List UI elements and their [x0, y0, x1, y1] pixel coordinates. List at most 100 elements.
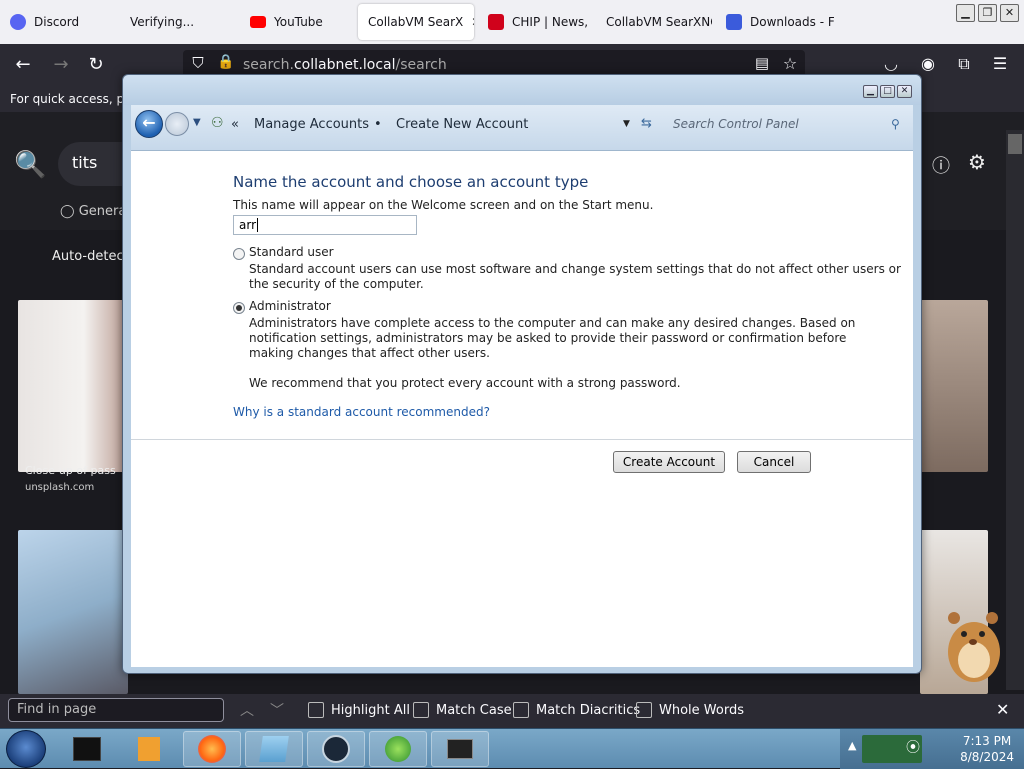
taskbar-firefox[interactable]: [183, 731, 241, 767]
tab-chip[interactable]: CHIP | News,: [478, 4, 594, 40]
standard-user-radio[interactable]: [233, 248, 245, 260]
administrator-label[interactable]: Administrator: [249, 299, 331, 314]
control-panel-icon: [259, 736, 289, 762]
category-general-label: Genera: [78, 204, 127, 219]
administrator-description: making changes that affect other users.: [249, 346, 490, 360]
close-find-icon[interactable]: ✕: [996, 700, 1009, 719]
thumbnail-caption: Close-up of pass: [25, 464, 116, 477]
hamster-icon: [948, 612, 1000, 682]
administrator-radio[interactable]: [233, 302, 245, 314]
show-hidden-icons-icon[interactable]: ▲: [848, 739, 856, 752]
search-query: tits: [72, 153, 98, 172]
address-dropdown-icon[interactable]: ▼: [623, 119, 630, 129]
breadcrumb-overflow-icon[interactable]: «: [231, 117, 239, 132]
url-domain: collabnet.local: [293, 57, 396, 73]
search-icon[interactable]: ⚲: [891, 117, 900, 131]
password-recommendation: We recommend that you protect every acco…: [249, 376, 681, 390]
why-standard-link[interactable]: Why is a standard account recommended?: [233, 405, 490, 419]
find-next-icon[interactable]: ﹀: [270, 700, 284, 720]
page-title: Name the account and choose an account t…: [233, 173, 589, 191]
network-icon[interactable]: ⦿: [906, 737, 920, 757]
breadcrumb-create-new-account[interactable]: Create New Account: [396, 117, 528, 132]
taskbar-media-player[interactable]: [120, 731, 178, 767]
reload-icon[interactable]: ↻: [85, 54, 107, 75]
tab-label: Verifying...: [130, 15, 195, 29]
tab-discord[interactable]: Discord: [0, 4, 118, 40]
checkbox-label: Match Diacritics: [536, 702, 641, 718]
tab-verifying[interactable]: Verifying...: [120, 4, 238, 40]
forward-button[interactable]: [165, 112, 189, 136]
result-thumbnail[interactable]: [18, 530, 128, 694]
lock-icon[interactable]: 🔒: [215, 54, 237, 70]
back-arrow-icon[interactable]: ←: [12, 54, 34, 75]
result-thumbnail[interactable]: [18, 300, 128, 472]
category-general[interactable]: ◯ Genera: [60, 204, 126, 219]
scrollbar-thumb[interactable]: [1008, 134, 1022, 154]
taskbar-steam[interactable]: [307, 731, 365, 767]
clock-date: 8/8/2024: [960, 750, 1014, 764]
menu-icon[interactable]: ☰: [989, 54, 1011, 73]
standard-user-label[interactable]: Standard user: [249, 245, 334, 260]
window-title-bar[interactable]: ▁ □ ✕: [123, 75, 921, 105]
dialog-close-button[interactable]: ✕: [897, 85, 912, 98]
checkbox-label: Match Case: [436, 702, 512, 718]
tab-label: YouTube: [274, 15, 323, 29]
find-input[interactable]: Find in page: [8, 698, 224, 722]
bookmark-star-icon[interactable]: ☆: [779, 54, 801, 73]
checkbox-box[interactable]: [636, 702, 652, 718]
dialog-maximize-button[interactable]: □: [880, 85, 895, 98]
close-window-button[interactable]: ✕: [1000, 4, 1019, 22]
url-prefix: search.: [243, 57, 294, 73]
whole-words-checkbox[interactable]: Whole Words: [636, 702, 744, 718]
clock[interactable]: 7:13 PM 8/8/2024: [960, 733, 1014, 765]
reader-view-icon[interactable]: ▤: [751, 54, 773, 72]
name-hint: This name will appear on the Welcome scr…: [233, 198, 654, 212]
history-dropdown-icon[interactable]: ▼: [193, 117, 201, 128]
checkbox-box[interactable]: [513, 702, 529, 718]
puzzle-icon: [726, 14, 742, 30]
system-tray: ▲ ⦿ 7:13 PM 8/8/2024: [840, 729, 1024, 769]
checkbox-box[interactable]: [413, 702, 429, 718]
minimize-button[interactable]: ▁: [956, 4, 975, 22]
taskbar-terminal[interactable]: [58, 731, 116, 767]
shield-icon[interactable]: ⛉: [187, 54, 209, 72]
settings-gear-icon[interactable]: ⚙: [968, 150, 986, 174]
match-diacritics-checkbox[interactable]: Match Diacritics: [513, 702, 640, 718]
breadcrumb-manage-accounts[interactable]: Manage Accounts: [254, 117, 369, 132]
refresh-icon[interactable]: ⇆: [641, 116, 652, 131]
match-case-checkbox[interactable]: Match Case: [413, 702, 512, 718]
close-tab-icon[interactable]: ✕: [471, 15, 474, 29]
find-bar: Find in page ︿ ﹀ Highlight All Match Cas…: [0, 694, 1024, 728]
result-thumbnail[interactable]: [920, 300, 988, 472]
dialog-minimize-button[interactable]: ▁: [863, 85, 878, 98]
taskbar-window[interactable]: [431, 731, 489, 767]
tab-youtube[interactable]: YouTube: [240, 4, 356, 40]
restore-button[interactable]: ❐: [978, 4, 997, 22]
address-toolbar: ← ▼ ⚇ « Manage Accounts • Create New Acc…: [131, 105, 913, 151]
page-scrollbar[interactable]: [1006, 130, 1024, 690]
taskbar-control-panel[interactable]: [245, 731, 303, 767]
account-icon[interactable]: ◉: [917, 54, 939, 73]
cancel-button[interactable]: Cancel: [737, 451, 811, 473]
tab-downloads[interactable]: Downloads - F: [716, 4, 834, 40]
terminal-icon: [73, 737, 101, 761]
extensions-icon[interactable]: ⧉: [953, 54, 975, 74]
find-previous-icon[interactable]: ︿: [240, 700, 254, 720]
tab-label: CollabVM SearXNG: [606, 15, 712, 29]
create-account-button[interactable]: Create Account: [613, 451, 725, 473]
pocket-icon[interactable]: ◡: [880, 54, 902, 73]
info-icon[interactable]: ⓘ: [932, 152, 950, 178]
control-panel-search[interactable]: Search Control Panel: [665, 113, 907, 137]
account-name-input[interactable]: arr: [233, 215, 417, 235]
taskbar-download-manager[interactable]: [369, 731, 427, 767]
autodetect-language[interactable]: Auto-detect: [52, 249, 129, 264]
tab-collabvm-searxng[interactable]: CollabVM SearXNG: [596, 4, 712, 40]
tab-collabvm-searx[interactable]: CollabVM SearX ✕: [358, 4, 474, 40]
checkbox-box[interactable]: [308, 702, 324, 718]
search-icon[interactable]: 🔍: [14, 150, 46, 180]
chip-icon: [488, 14, 504, 30]
back-button[interactable]: ←: [135, 110, 163, 138]
start-button[interactable]: [6, 730, 46, 768]
highlight-all-checkbox[interactable]: Highlight All: [308, 702, 410, 718]
forward-arrow-icon[interactable]: →: [50, 54, 72, 75]
